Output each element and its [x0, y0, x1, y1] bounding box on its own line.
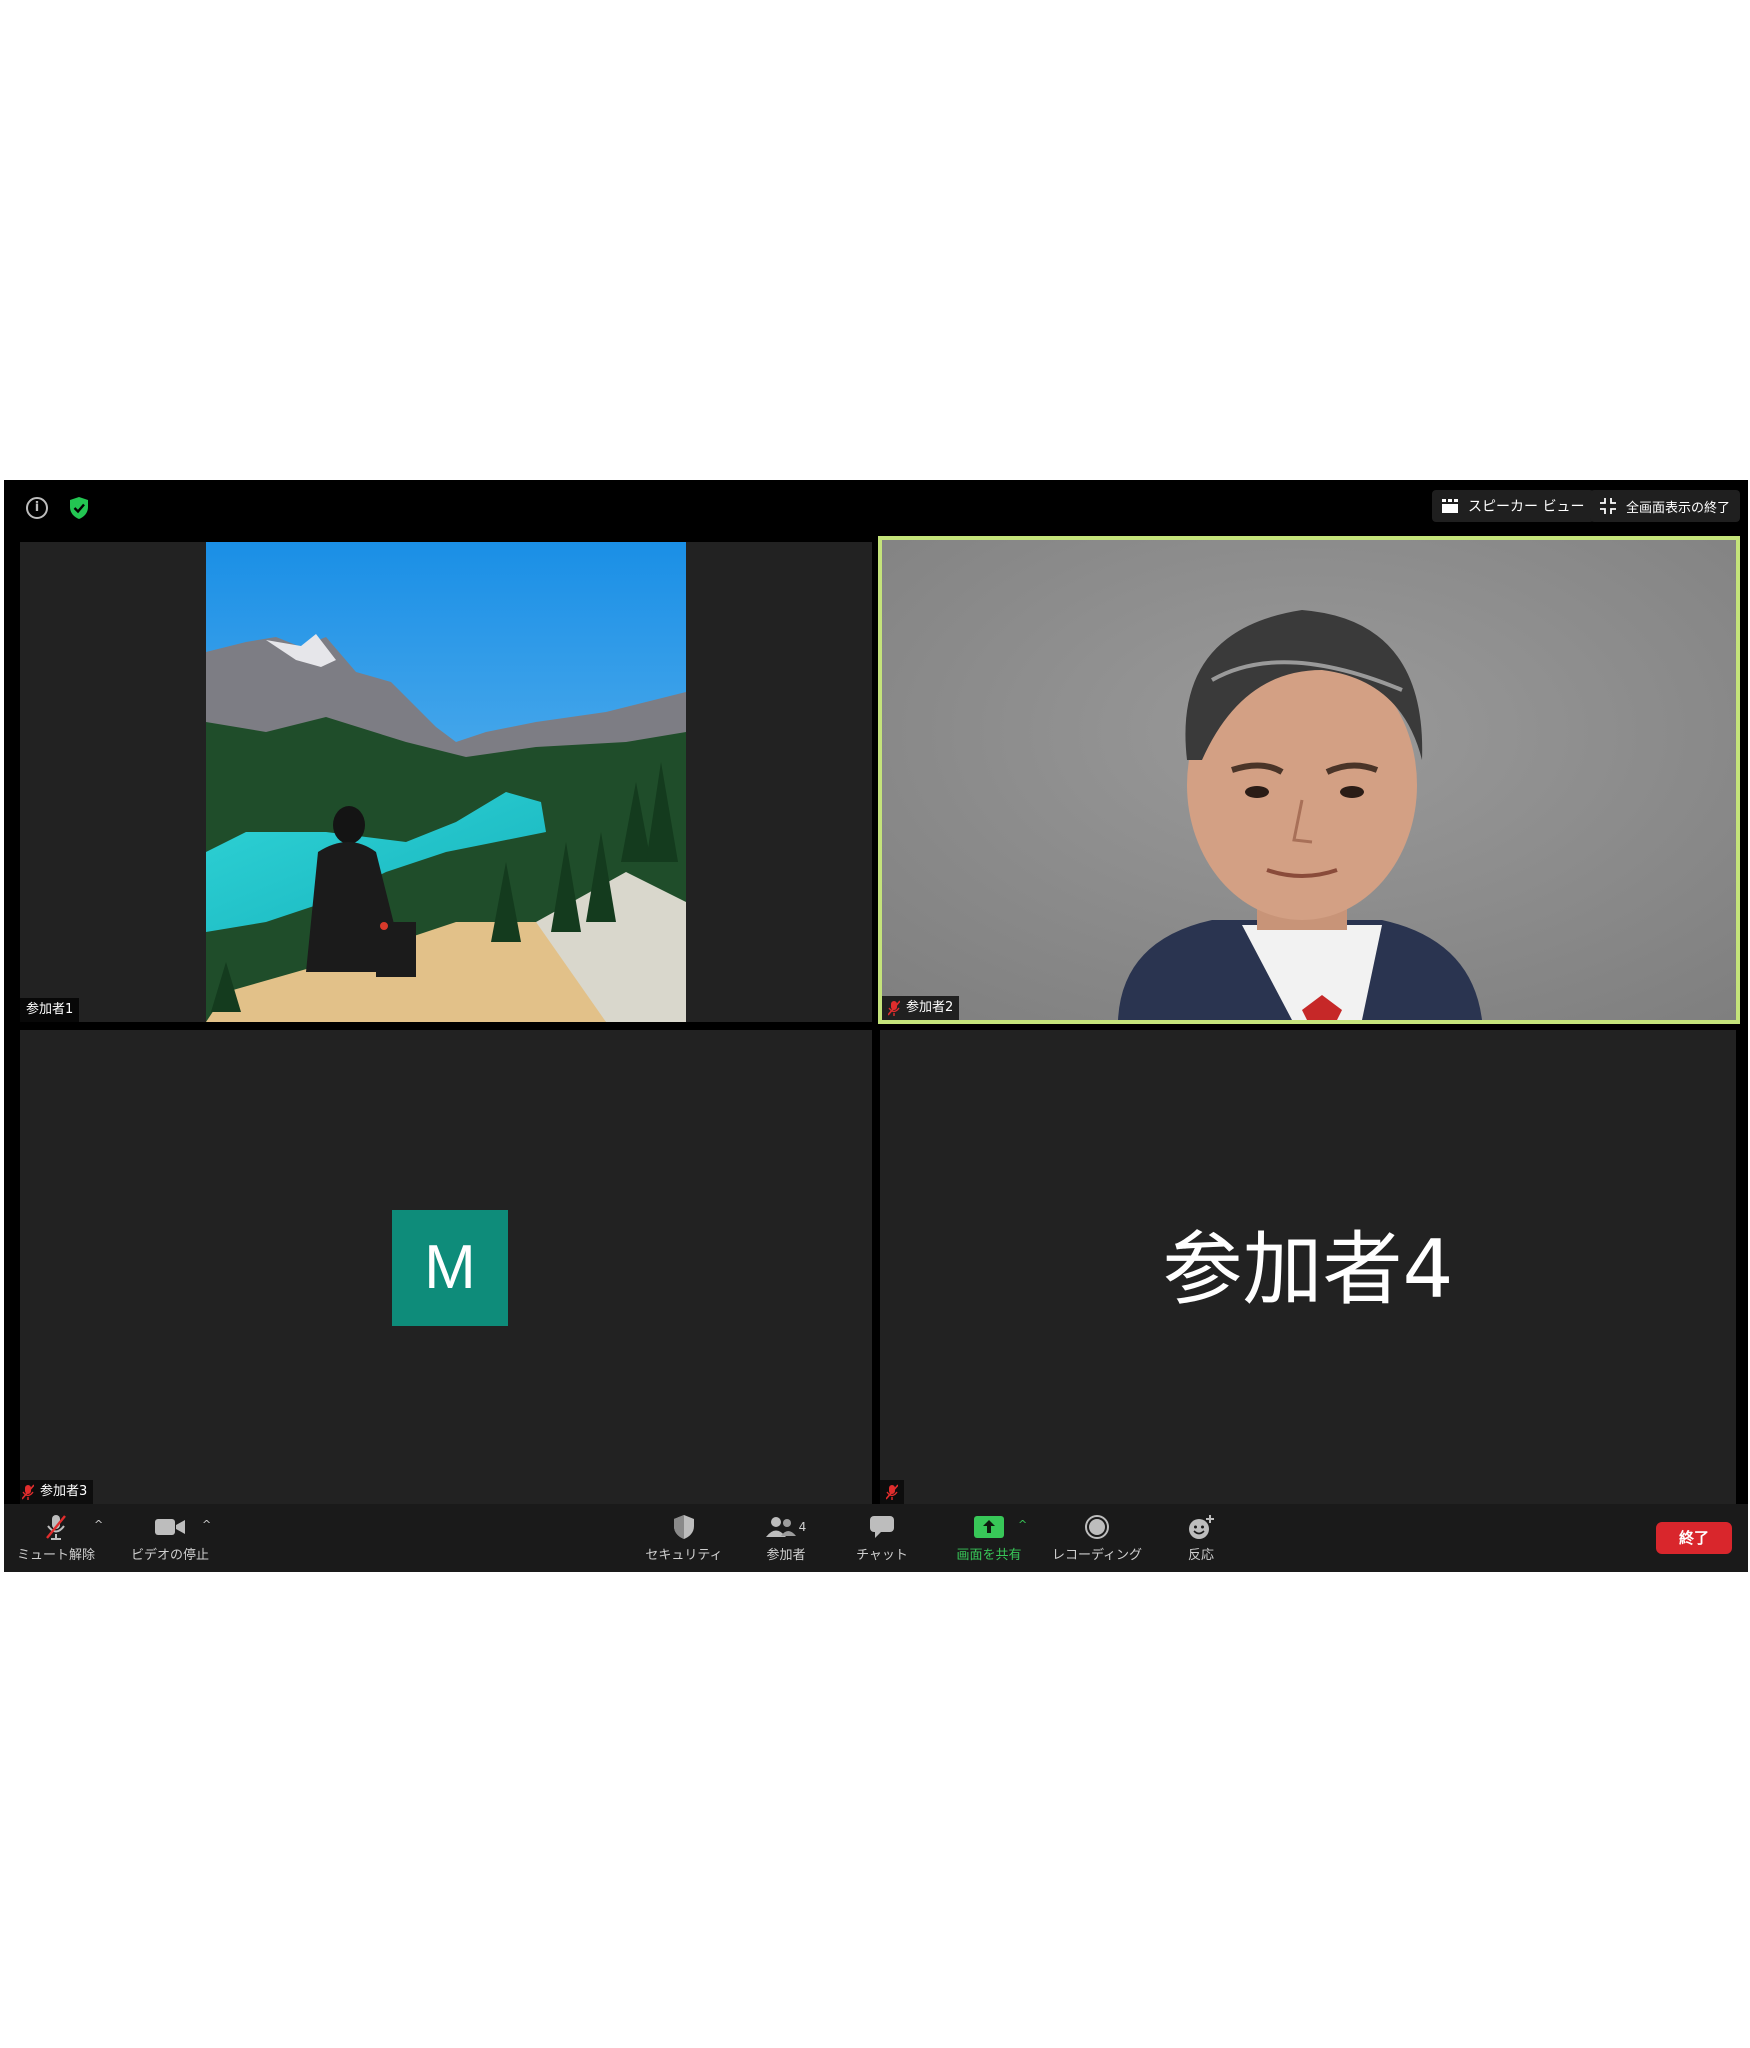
- participants-icon: [765, 1517, 796, 1537]
- share-options-chevron-icon[interactable]: ^: [1018, 1518, 1027, 1531]
- participant-name-tag: 参加者3: [16, 1480, 94, 1504]
- participant-1-name: 参加者1: [26, 1002, 74, 1017]
- participant-4-mute-tag: [880, 1480, 904, 1504]
- speaker-view-button[interactable]: スピーカー ビュー: [1432, 490, 1595, 522]
- emoji-add-icon: [1189, 1515, 1214, 1539]
- exit-fullscreen-button[interactable]: 全画面表示の終了: [1590, 490, 1740, 522]
- unmute-label: ミュート解除: [16, 1548, 95, 1563]
- encryption-shield-icon[interactable]: [68, 496, 90, 520]
- participant-name-tag: 参加者2: [882, 996, 960, 1020]
- unmute-button[interactable]: ミュート解除: [16, 1510, 96, 1563]
- meeting-toolbar: ミュート解除 ^ ビデオの停止 ^ セキュリティ 4 参加者 チャット 画面を共…: [4, 1504, 1748, 1572]
- chat-button[interactable]: チャット: [842, 1510, 922, 1563]
- recording-label: レコーディング: [1051, 1548, 1143, 1563]
- mic-muted-icon: [886, 1484, 898, 1500]
- security-button[interactable]: セキュリティ: [634, 1510, 734, 1563]
- mic-muted-icon: [22, 1484, 34, 1500]
- chat-label: チャット: [856, 1548, 908, 1563]
- participant-1-video: [206, 542, 686, 1022]
- speaker-view-label: スピーカー ビュー: [1468, 499, 1585, 515]
- mic-muted-icon: [46, 1515, 66, 1540]
- top-bar: i スピーカー ビュー 全画面表示の終了: [4, 480, 1748, 540]
- security-shield-icon: [674, 1515, 694, 1539]
- audio-options-chevron-icon[interactable]: ^: [94, 1518, 103, 1531]
- info-icon[interactable]: i: [26, 497, 48, 519]
- participant-name-tag: 参加者1: [20, 998, 80, 1022]
- participant-3-name: 参加者3: [40, 1484, 88, 1499]
- exit-fullscreen-icon: [1600, 498, 1616, 514]
- video-options-chevron-icon[interactable]: ^: [202, 1518, 211, 1531]
- recording-button[interactable]: レコーディング: [1042, 1510, 1152, 1563]
- security-label: セキュリティ: [645, 1548, 723, 1563]
- share-screen-label: 画面を共有: [956, 1548, 1022, 1563]
- reactions-button[interactable]: 反応: [1166, 1510, 1236, 1563]
- video-camera-icon: [155, 1519, 185, 1535]
- participant-4-display-name: 参加者4: [1162, 1223, 1454, 1316]
- avatar: M: [392, 1210, 508, 1326]
- video-tile-participant-4[interactable]: 参加者4: [880, 1030, 1736, 1510]
- grid-view-icon: [1442, 499, 1458, 513]
- exit-fullscreen-label: 全画面表示の終了: [1626, 500, 1731, 516]
- video-tile-participant-2[interactable]: 参加者2: [878, 536, 1740, 1024]
- reactions-label: 反応: [1187, 1548, 1214, 1563]
- participant-2-video: [882, 540, 1736, 1020]
- participants-count: 4: [798, 1520, 807, 1534]
- record-icon: [1085, 1515, 1109, 1539]
- chat-bubble-icon: [870, 1516, 894, 1538]
- mic-muted-icon: [888, 1000, 900, 1016]
- participants-label: 参加者: [766, 1548, 806, 1563]
- end-meeting-button[interactable]: 終了: [1656, 1522, 1732, 1554]
- video-tile-participant-3[interactable]: M: [20, 1030, 872, 1510]
- meeting-window: i スピーカー ビュー 全画面表示の終了 参加者1 参加者2 M 参加者4 参加…: [4, 480, 1748, 1572]
- stop-video-label: ビデオの停止: [130, 1548, 209, 1563]
- share-screen-arrow-icon: [974, 1516, 1004, 1538]
- video-tile-participant-1[interactable]: 参加者1: [20, 542, 872, 1022]
- participant-2-name: 参加者2: [906, 1000, 954, 1015]
- participants-button[interactable]: 4 参加者: [746, 1510, 826, 1563]
